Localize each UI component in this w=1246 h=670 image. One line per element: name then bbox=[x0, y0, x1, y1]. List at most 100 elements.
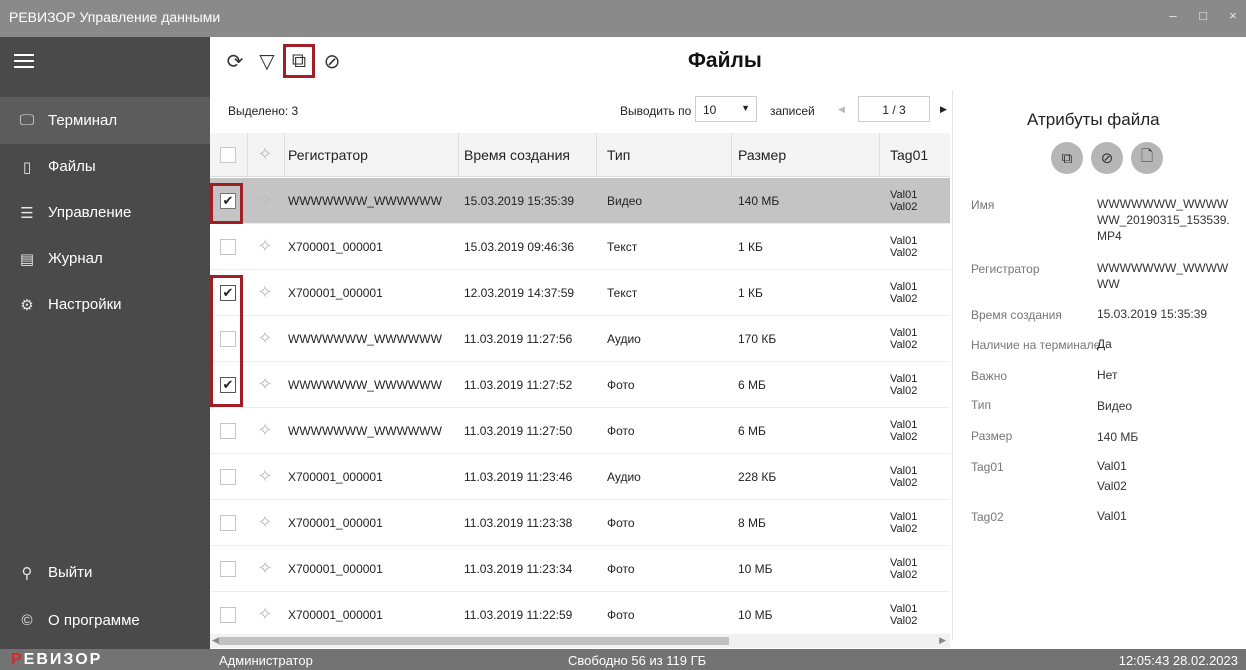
table-row[interactable]: ✧ X700001_000001 11.03.2019 11:23:34 Фото 10… bbox=[210, 546, 950, 592]
minimize-icon[interactable]: – bbox=[1166, 8, 1180, 23]
row-checkbox[interactable] bbox=[220, 514, 236, 531]
per-page-select[interactable]: 10 ▼ bbox=[695, 96, 757, 122]
pin-icon[interactable]: ✧ bbox=[248, 224, 282, 269]
select-all-checkbox[interactable] bbox=[220, 146, 236, 163]
cell-tag-value: Val01 bbox=[890, 602, 918, 615]
horizontal-scrollbar[interactable]: ◀ ▶ bbox=[210, 634, 950, 648]
status-bar: РЕВИЗОР Администратор Свободно 56 из 119… bbox=[0, 649, 1246, 670]
sidebar-item-terminal[interactable]: 🖵 Терминал bbox=[0, 97, 210, 144]
pin-icon[interactable]: ✧ bbox=[248, 270, 282, 315]
table-row[interactable]: ✧ WWWWWWW_WWWWWW 11.03.2019 11:27:50 Фото 6 … bbox=[210, 408, 950, 454]
cell-tag-value: Val01 bbox=[890, 372, 918, 385]
scrollbar-thumb[interactable] bbox=[219, 637, 729, 645]
pin-icon[interactable]: ✧ bbox=[248, 362, 282, 407]
files-icon: ▯ bbox=[22, 158, 32, 176]
status-datetime: 12:05:43 28.02.2023 bbox=[1118, 653, 1238, 668]
row-checkbox[interactable] bbox=[220, 606, 236, 623]
sidebar-item-label: О программе bbox=[48, 612, 140, 629]
cell-tag-value: Val01 bbox=[890, 418, 918, 431]
pin-icon[interactable]: ✧ bbox=[248, 592, 282, 637]
sidebar-item-label: Управление bbox=[48, 204, 132, 221]
row-checkbox[interactable] bbox=[220, 422, 236, 439]
attr-value-name: WWWWWWW_WWWWWW_20190315_153539.MP4 bbox=[1097, 197, 1230, 243]
cell-time: 15.03.2019 15:35:39 bbox=[464, 193, 575, 208]
row-checkbox[interactable] bbox=[220, 238, 236, 255]
cell-type: Текст bbox=[607, 285, 638, 300]
sidebar-item-about[interactable]: © О программе bbox=[0, 597, 210, 644]
sidebar-item-logout[interactable]: ⚲ Выйти bbox=[0, 549, 210, 596]
attr-key-name: Имя bbox=[971, 198, 995, 212]
gear-icon: ⚙ bbox=[20, 296, 34, 314]
sidebar: 🖵 Терминал ▯ Файлы ☰ Управление ▤ Журнал… bbox=[0, 37, 210, 649]
column-header-time[interactable]: Время создания bbox=[464, 133, 604, 176]
copy-icon[interactable]: ⧉ bbox=[283, 44, 315, 78]
table-row[interactable]: ✔ ✧ X700001_000001 12.03.2019 14:37:59 Текст… bbox=[210, 270, 950, 316]
filter-icon[interactable]: ▽ bbox=[252, 46, 282, 76]
pin-icon[interactable]: ✧ bbox=[248, 500, 282, 545]
prev-page-icon[interactable]: ◀ bbox=[838, 104, 845, 115]
tag-icon[interactable]: ⊘ bbox=[1091, 142, 1123, 174]
table-row[interactable]: ✧ X700001_000001 15.03.2019 09:46:36 Текст 1… bbox=[210, 224, 950, 270]
row-checkbox[interactable] bbox=[220, 560, 236, 577]
user-icon: ⚲ bbox=[21, 564, 33, 582]
pin-icon[interactable]: ✧ bbox=[248, 178, 282, 223]
sidebar-item-settings[interactable]: ⚙ Настройки bbox=[0, 281, 210, 328]
cell-size: 10 МБ bbox=[738, 561, 773, 576]
cell-tag-value: Val01 bbox=[890, 556, 918, 569]
column-header-registrar[interactable]: Регистратор bbox=[288, 133, 456, 176]
maximize-icon[interactable]: □ bbox=[1196, 8, 1210, 23]
cell-registrar: WWWWWWW_WWWWWW bbox=[288, 331, 442, 346]
cell-tag01: Val01 Val02 bbox=[890, 454, 945, 499]
table-row[interactable]: ✧ X700001_000001 11.03.2019 11:23:46 Аудио 2… bbox=[210, 454, 950, 500]
cell-registrar: X700001_000001 bbox=[288, 607, 383, 622]
column-header-size[interactable]: Размер bbox=[738, 133, 878, 176]
app-logo: РЕВИЗОР bbox=[11, 651, 103, 668]
cell-time: 11.03.2019 11:23:38 bbox=[464, 515, 573, 530]
pin-icon[interactable]: ✧ bbox=[248, 408, 282, 453]
export-file-icon[interactable]: 🗋 bbox=[1131, 142, 1163, 174]
sidebar-item-journal[interactable]: ▤ Журнал bbox=[0, 235, 210, 282]
hamburger-menu-icon[interactable] bbox=[14, 54, 34, 68]
column-header-tag01[interactable]: Tag01 bbox=[890, 133, 945, 176]
pin-icon[interactable]: ✧ bbox=[248, 454, 282, 499]
page-indicator[interactable]: 1 / 3 bbox=[858, 96, 930, 122]
table-row[interactable]: ✔ ✧ WWWWWWW_WWWWWW 11.03.2019 11:27:52 Фото 6… bbox=[210, 362, 950, 408]
attributes-title: Атрибуты файла bbox=[1027, 110, 1160, 129]
pin-icon[interactable]: ✧ bbox=[248, 133, 282, 176]
table-row[interactable]: ✧ X700001_000001 11.03.2019 11:22:59 Фото 10… bbox=[210, 592, 950, 638]
copy-icon[interactable]: ⧉ bbox=[1051, 142, 1083, 174]
pin-icon[interactable]: ✧ bbox=[248, 546, 282, 591]
sidebar-item-files[interactable]: ▯ Файлы bbox=[0, 143, 210, 190]
attr-value-registrar: WWWWWWW_WWWWWW bbox=[1097, 261, 1229, 291]
cell-size: 140 МБ bbox=[738, 193, 780, 208]
cell-tag-value: Val01 bbox=[890, 510, 918, 523]
cell-tag01: Val01 Val02 bbox=[890, 224, 945, 269]
cell-size: 1 КБ bbox=[738, 285, 763, 300]
selected-count: Выделено: 3 bbox=[228, 104, 299, 118]
refresh-icon[interactable]: ⟳ bbox=[220, 46, 250, 76]
cell-tag-value: Val02 bbox=[890, 430, 918, 443]
attr-key-tag01: Tag01 bbox=[971, 460, 1004, 474]
attr-key-registrar: Регистратор bbox=[971, 262, 1040, 276]
cell-tag-value: Val02 bbox=[890, 338, 918, 351]
cell-size: 10 МБ bbox=[738, 607, 773, 622]
close-icon[interactable]: × bbox=[1226, 8, 1240, 23]
table-row[interactable]: ✧ WWWWWWW_WWWWWW 11.03.2019 11:27:56 Аудио 1… bbox=[210, 316, 950, 362]
column-header-type[interactable]: Тип bbox=[607, 133, 727, 176]
row-checkbox[interactable] bbox=[220, 468, 236, 485]
cell-type: Фото bbox=[607, 515, 635, 530]
cell-registrar: X700001_000001 bbox=[288, 285, 383, 300]
tag-icon[interactable]: ⊘ bbox=[317, 46, 347, 76]
cell-time: 11.03.2019 11:23:46 bbox=[464, 469, 573, 484]
cell-size: 228 КБ bbox=[738, 469, 777, 484]
pin-icon[interactable]: ✧ bbox=[248, 316, 282, 361]
table-row[interactable]: ✔ ✧ WWWWWWW_WWWWWW 15.03.2019 15:35:39 Видео… bbox=[210, 178, 950, 224]
sidebar-item-management[interactable]: ☰ Управление bbox=[0, 189, 210, 236]
scroll-left-icon[interactable]: ◀ bbox=[212, 635, 219, 646]
cell-tag-value: Val01 bbox=[890, 234, 918, 247]
scroll-right-icon[interactable]: ▶ bbox=[939, 635, 946, 646]
cell-tag01: Val01 Val02 bbox=[890, 592, 945, 637]
cell-tag01: Val01 Val02 bbox=[890, 408, 945, 453]
next-page-icon[interactable]: ▶ bbox=[940, 104, 947, 115]
table-row[interactable]: ✧ X700001_000001 11.03.2019 11:23:38 Фото 8 … bbox=[210, 500, 950, 546]
